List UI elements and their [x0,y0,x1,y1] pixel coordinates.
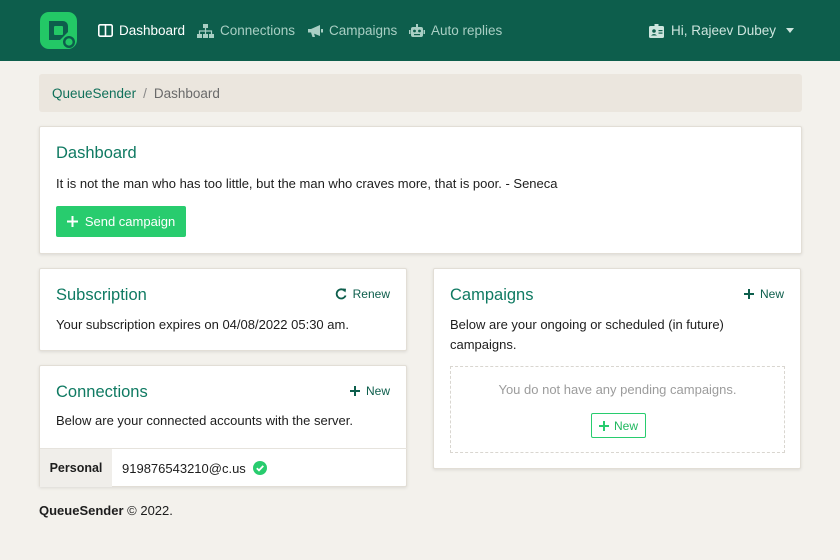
plus-icon [598,420,609,431]
breadcrumb: QueueSender / Dashboard [39,74,802,112]
check-circle-icon [252,461,267,475]
footer-copyright: © 2022. [127,503,173,518]
quote-text: It is not the man who has too little, bu… [56,176,558,191]
empty-new-campaign-button[interactable]: New [591,413,646,438]
send-campaign-label: Send campaign [84,214,176,229]
robot-icon [409,23,425,37]
nav-item-dashboard[interactable]: Dashboard [98,0,185,61]
new-connection-label: New [365,384,390,398]
user-menu[interactable]: Hi, Rajeev Dubey [648,0,794,61]
columns-icon [98,24,113,37]
footer-brand: QueueSender [39,503,124,518]
caret-down-icon [786,28,794,33]
connections-card: Connections New Below are your connected… [39,365,407,487]
nav-item-connections[interactable]: Connections [197,0,295,61]
plus-icon [66,216,78,227]
renew-button[interactable]: Renew [335,287,390,301]
connection-value: 919876543210@c.us [112,449,267,487]
megaphone-icon [308,24,323,37]
nav-item-campaigns[interactable]: Campaigns [307,0,397,61]
new-campaign-button[interactable]: New [743,287,784,301]
connection-address: 919876543210@c.us [122,460,246,476]
connections-text: Below are your connected accounts with t… [56,413,353,428]
footer: QueueSender © 2022. [39,503,173,518]
nav-item-label: Dashboard [119,23,186,38]
campaigns-title: Campaigns [450,286,534,304]
renew-label: Renew [352,287,390,301]
subscription-title: Subscription [56,286,147,304]
user-greeting: Hi, Rajeev Dubey [670,23,776,38]
dashboard-title: Dashboard [56,144,137,162]
new-connection-button[interactable]: New [349,384,390,398]
campaigns-card: Campaigns New Below are your ongoing or … [433,268,801,469]
connections-title: Connections [56,383,148,401]
dashboard-card: Dashboard It is not the man who has too … [39,126,802,254]
id-badge-icon [648,23,664,38]
breadcrumb-home-link[interactable]: QueueSender [52,86,136,101]
connection-row[interactable]: Personal 919876543210@c.us [40,448,407,487]
navbar: Dashboard Connections Campaigns Auto rep… [0,0,840,61]
nav-item-label: Campaigns [329,23,398,38]
new-campaign-label: New [759,287,784,301]
campaigns-text: Below are your ongoing or scheduled (in … [450,317,724,352]
empty-new-campaign-label: New [613,418,638,433]
send-campaign-button[interactable]: Send campaign [56,206,186,237]
connection-label: Personal [40,449,112,487]
plus-icon [349,386,360,396]
nav-item-label: Auto replies [431,23,503,38]
queuesender-logo[interactable] [40,12,77,49]
empty-campaigns-text: You do not have any pending campaigns. [498,382,737,397]
subscription-card: Subscription Renew Your subscription exp… [39,268,407,351]
breadcrumb-current: Dashboard [153,85,220,101]
sitemap-icon [197,23,214,38]
plus-icon [743,289,754,299]
refresh-icon [335,288,347,300]
nav-item-label: Connections [220,23,296,38]
breadcrumb-separator: / [143,85,147,101]
nav-item-auto-replies[interactable]: Auto replies [409,0,502,61]
empty-campaigns-box: You do not have any pending campaigns. N… [450,366,785,453]
subscription-text: Your subscription expires on 04/08/2022 … [56,317,349,332]
